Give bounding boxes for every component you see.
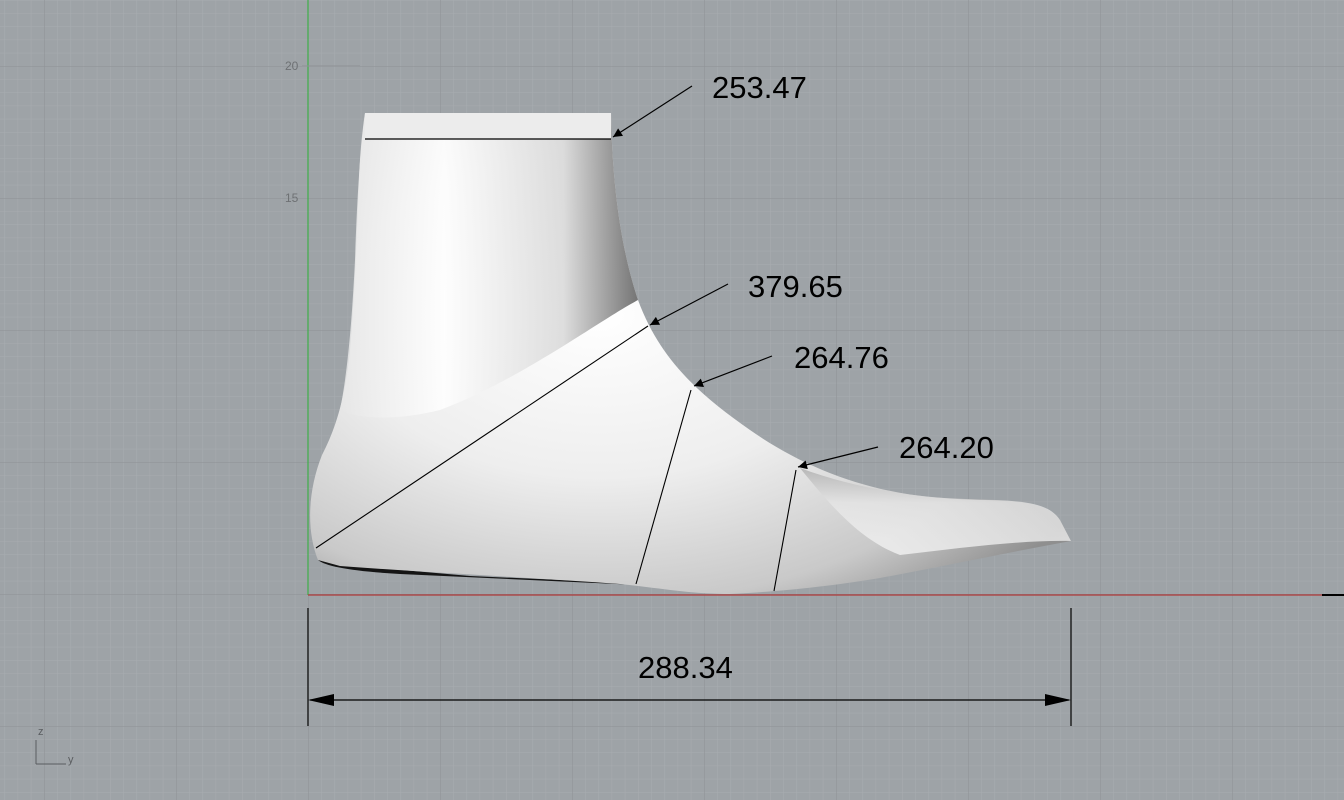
triad-z-label: z bbox=[38, 726, 44, 738]
viewport-right[interactable]: 20 15 253.47 379.65 264.76 264.20 288.34 bbox=[0, 0, 1344, 800]
dim-instep-girth[interactable]: 379.65 bbox=[748, 269, 843, 304]
triad-y-label: y bbox=[68, 754, 74, 766]
dim-length: 288.34 bbox=[638, 650, 733, 685]
tick-label-15: 15 bbox=[285, 191, 299, 205]
dim-top-girth[interactable]: 253.47 bbox=[712, 70, 807, 105]
boot-collar bbox=[365, 113, 611, 139]
dim-waist-girth[interactable]: 264.76 bbox=[794, 340, 889, 375]
dim-ball-girth[interactable]: 264.20 bbox=[899, 430, 994, 465]
tick-label-20: 20 bbox=[285, 59, 299, 73]
